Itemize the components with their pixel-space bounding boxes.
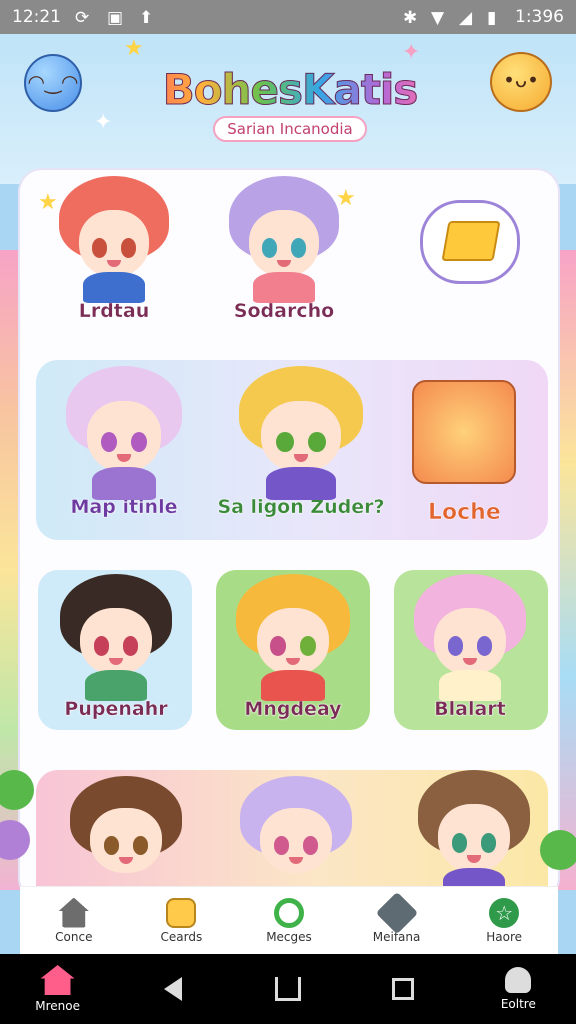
tools-icon <box>375 891 418 934</box>
character-card[interactable]: Lrdtau <box>54 176 174 322</box>
image-icon: ▣ <box>107 8 124 28</box>
star-badge-icon: ☆ <box>489 897 520 928</box>
character-grid: Lrdtau Sodarcho ★ ★ Map itinle Sa ligon … <box>20 170 558 900</box>
game-label[interactable]: Loche <box>428 500 501 526</box>
tab-haore[interactable]: ☆ Haore <box>450 887 558 954</box>
bottom-tab-bar: Conce Ceards Mecges Meifana ☆ Haore <box>20 886 558 954</box>
message-icon <box>273 897 304 928</box>
upload-icon: ⬆ <box>139 8 154 28</box>
mascot-face: ◠‿◠ <box>27 70 79 94</box>
character-card[interactable]: Sa ligon Zuder? <box>216 366 386 518</box>
star-icon: ★ <box>38 190 58 215</box>
tab-meifana[interactable]: Meifana <box>343 887 451 954</box>
character-portrait <box>418 770 530 900</box>
character-name: Mngdeay <box>244 698 342 720</box>
tab-mecges[interactable]: Mecges <box>235 887 343 954</box>
nav-label-left: Mrenoe <box>35 999 80 1013</box>
signal-icon: ◢ <box>459 8 473 28</box>
character-card[interactable]: Mngdeay <box>220 570 366 720</box>
character-portrait <box>240 776 352 892</box>
back-icon <box>163 977 182 1001</box>
cards-icon <box>166 897 197 928</box>
character-portrait <box>66 366 182 500</box>
character-card[interactable] <box>226 776 366 892</box>
character-card[interactable]: Sodarcho <box>224 176 344 322</box>
character-portrait <box>229 176 339 304</box>
character-name: Lrdtau <box>78 300 150 322</box>
character-portrait <box>236 574 350 702</box>
tab-ceards[interactable]: Ceards <box>128 887 236 954</box>
tab-label: Haore <box>486 929 523 944</box>
character-name: Blalart <box>434 698 506 720</box>
character-card[interactable] <box>56 776 196 892</box>
cheese-speech-bubble[interactable] <box>420 200 520 284</box>
profile-button[interactable]: Eoltre <box>473 967 563 1011</box>
bluetooth-icon: ✱ <box>403 8 418 28</box>
recents-button[interactable] <box>358 978 448 1000</box>
app-logo: BohesKatis Sarian Incanodia <box>142 65 438 142</box>
back-button[interactable] <box>128 977 218 1001</box>
app-subtitle: Sarian Incanodia <box>213 116 367 142</box>
star-icon: ★ <box>124 36 144 61</box>
character-portrait <box>239 366 363 500</box>
tab-label: Conce <box>55 929 93 944</box>
character-card[interactable]: Map itinle <box>54 366 194 518</box>
character-portrait <box>70 776 182 892</box>
character-portrait <box>59 176 169 304</box>
status-time-right: 1:396 <box>515 7 564 27</box>
game-box-illustration[interactable] <box>412 380 516 484</box>
home-button[interactable] <box>243 977 333 1001</box>
status-time-left: 12:21 <box>12 7 61 27</box>
home-icon <box>274 977 301 1001</box>
sun-mascot-icon[interactable]: •ᴗ• <box>490 52 552 112</box>
character-name: Sodarcho <box>233 300 335 322</box>
recents-icon <box>392 978 415 1000</box>
sync-icon: ⟳ <box>75 8 90 28</box>
wifi-icon: ▼ <box>431 8 445 28</box>
star-icon: ✦ <box>402 40 421 65</box>
sparkle-icon: ✦ <box>94 110 113 135</box>
cheese-icon <box>441 221 501 261</box>
status-bar: 12:21 ⟳ ▣ ⬆ ✱ ▼ ◢ ▮ 1:396 <box>0 0 576 34</box>
character-portrait <box>414 574 526 702</box>
tab-label: Mecges <box>266 929 312 944</box>
home-app-button[interactable]: Mrenoe <box>13 965 103 1013</box>
person-icon <box>505 967 532 993</box>
house-icon <box>58 897 89 928</box>
tree-decoration <box>540 830 576 870</box>
character-card[interactable]: Pupenahr <box>46 570 186 720</box>
character-name: Pupenahr <box>64 698 168 720</box>
app-title: BohesKatis <box>142 65 438 114</box>
nav-label-right: Eoltre <box>500 997 536 1011</box>
character-card[interactable] <box>404 770 544 900</box>
system-navigation-bar: Mrenoe Eoltre <box>0 954 576 1024</box>
battery-icon: ▮ <box>487 8 497 28</box>
blue-mascot-icon[interactable]: ◠‿◠ <box>24 54 82 112</box>
tab-label: Ceards <box>160 929 203 944</box>
character-portrait <box>60 574 172 702</box>
character-card[interactable]: Blalart <box>400 570 540 720</box>
pink-house-icon <box>40 965 75 995</box>
star-icon: ★ <box>336 186 356 211</box>
mascot-face: •ᴗ• <box>503 68 539 92</box>
tab-conce[interactable]: Conce <box>20 887 128 954</box>
